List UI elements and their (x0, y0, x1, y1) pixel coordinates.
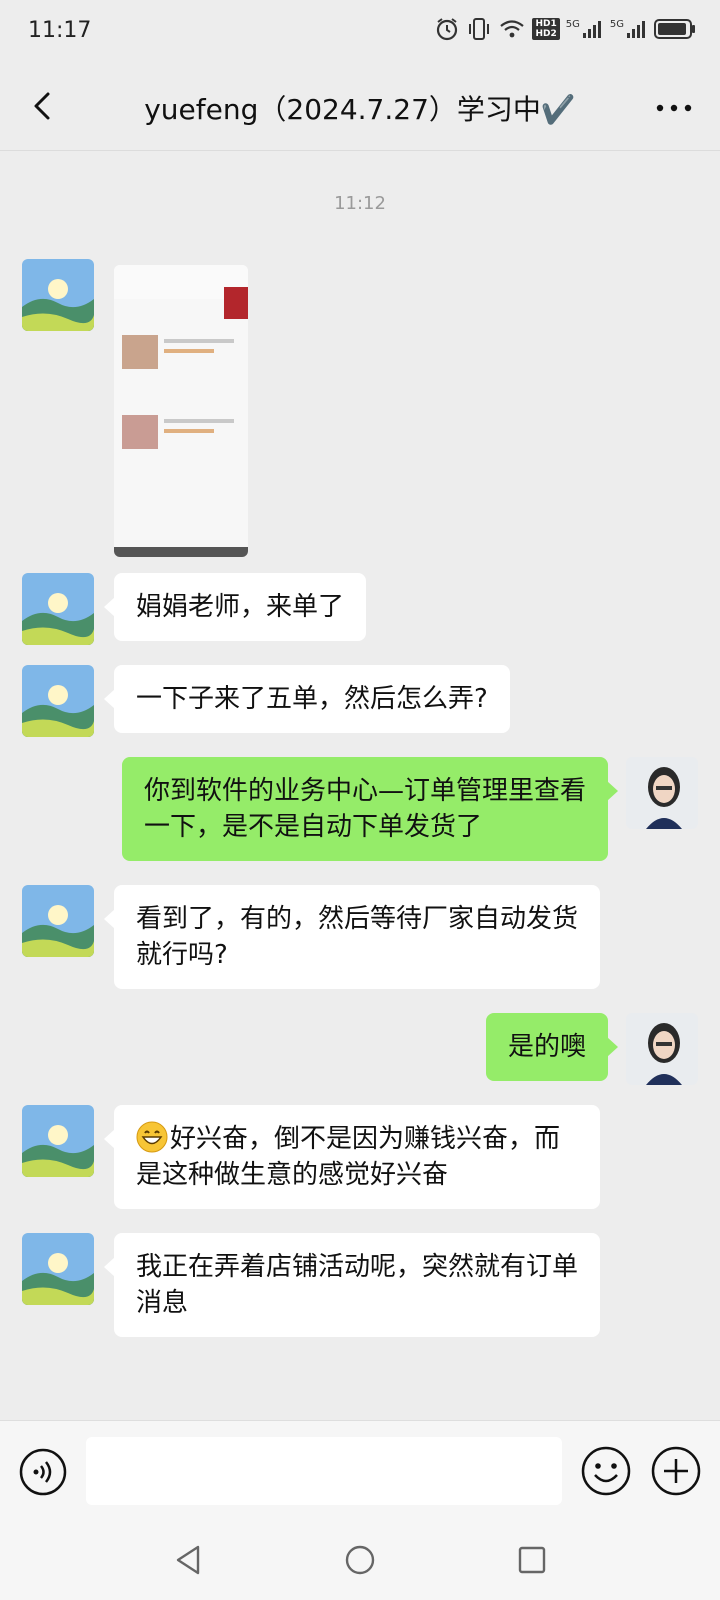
signal-5g-icon: 5G (566, 19, 604, 39)
avatar[interactable] (22, 665, 94, 737)
nav-recent-icon[interactable] (514, 1541, 550, 1579)
avatar[interactable] (22, 259, 94, 331)
status-icons: HD1 HD2 5G 5G (434, 16, 696, 42)
message-text: 好兴奋，倒不是因为赚钱兴奋，而是这种做生意的感觉好兴奋 (136, 1124, 561, 1190)
input-bar (0, 1420, 720, 1521)
signal-5g-icon: 5G (610, 19, 648, 39)
landscape-avatar-icon (22, 665, 94, 737)
5g-label: 5G (609, 19, 624, 30)
message-bubble[interactable]: 是的噢 (485, 1013, 619, 1081)
voice-icon[interactable] (18, 1447, 68, 1497)
smiley-icon[interactable] (580, 1445, 632, 1497)
user-avatar-icon (626, 757, 698, 829)
message-bubble[interactable]: 我正在弄着店铺活动呢，突然就有订单消息 (104, 1233, 600, 1337)
landscape-avatar-icon (22, 1233, 94, 1305)
vibrate-icon (469, 18, 490, 40)
user-avatar-icon (626, 1013, 698, 1085)
landscape-avatar-icon (22, 1105, 94, 1177)
message-bubble[interactable]: 好兴奋，倒不是因为赚钱兴奋，而是这种做生意的感觉好兴奋 (104, 1105, 600, 1209)
screenshot-thumbnail-icon (114, 265, 248, 557)
avatar[interactable] (626, 757, 698, 829)
hd1-label: HD1 (535, 19, 557, 29)
chevron-left-icon[interactable] (24, 86, 64, 126)
message-bubble[interactable]: 你到软件的业务中心—订单管理里查看一下，是不是自动下单发货了 (122, 757, 618, 861)
system-nav-bar (0, 1521, 720, 1600)
image-message[interactable] (114, 265, 248, 557)
avatar[interactable] (22, 1233, 94, 1305)
avatar[interactable] (22, 1105, 94, 1177)
chat-title: yuefeng（2024.7.27）学习中✔️ (144, 93, 576, 126)
message-list[interactable]: 11:12 娟娟老师，来单了 一下子来了五单，然后怎么弄? 你到软件的业务中心—… (0, 151, 720, 1419)
hd-icon: HD1 HD2 (532, 18, 560, 40)
message-input[interactable] (86, 1437, 562, 1505)
avatar[interactable] (22, 573, 94, 645)
status-time: 11:17 (28, 18, 92, 43)
grin-emoji-icon (136, 1121, 168, 1153)
message-bubble[interactable]: 看到了，有的，然后等待厂家自动发货就行吗? (104, 885, 600, 989)
avatar[interactable] (22, 885, 94, 957)
alarm-icon (437, 18, 458, 41)
wifi-icon (500, 20, 525, 38)
5g-label: 5G (565, 19, 580, 30)
message-timestamp: 11:12 (334, 193, 386, 214)
more-dots-icon[interactable] (652, 88, 696, 128)
landscape-avatar-icon (22, 573, 94, 645)
status-bar: 11:17 HD1 HD2 5G 5G (0, 0, 720, 64)
chat-header: yuefeng（2024.7.27）学习中✔️ (0, 64, 720, 151)
message-bubble[interactable]: 娟娟老师，来单了 (103, 573, 367, 641)
battery-icon (654, 19, 695, 39)
hd2-label: HD2 (535, 29, 557, 39)
landscape-avatar-icon (22, 885, 94, 957)
landscape-avatar-icon (22, 259, 94, 331)
nav-back-icon[interactable] (170, 1541, 206, 1579)
message-bubble[interactable]: 一下子来了五单，然后怎么弄? (104, 665, 510, 733)
avatar[interactable] (626, 1013, 698, 1085)
nav-home-icon[interactable] (342, 1541, 378, 1579)
plus-icon[interactable] (650, 1445, 702, 1497)
